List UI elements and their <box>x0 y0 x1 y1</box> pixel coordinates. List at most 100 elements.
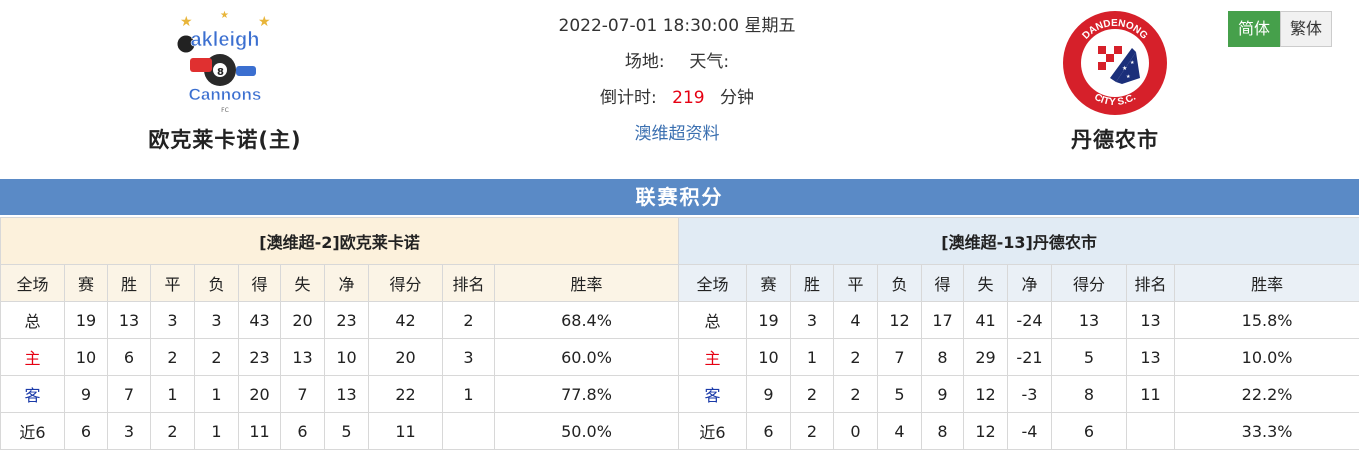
table-cell: -24 <box>1008 302 1052 339</box>
table-row: 总 19 3 4 12 17 41 -24 13 13 15.8% <box>679 302 1359 339</box>
column-header: 得分 <box>1052 265 1127 302</box>
oakleigh-cannons-logo-icon: ★ ★ ★ akleigh 8 Cannons FC <box>170 8 280 118</box>
countdown-label: 倒计时: <box>600 88 657 108</box>
table-cell: 11 <box>239 413 281 450</box>
column-header: 失 <box>281 265 325 302</box>
table-cell: 2 <box>791 376 834 413</box>
table-cell: 11 <box>369 413 443 450</box>
column-header: 排名 <box>1127 265 1175 302</box>
match-datetime-row: 2022-07-01 18:30:00 星期五 <box>527 12 827 48</box>
svg-text:★: ★ <box>220 10 229 21</box>
language-switch: 简体 繁体 <box>1228 11 1332 47</box>
column-header: 失 <box>964 265 1008 302</box>
traditional-chinese-button[interactable]: 繁体 <box>1280 11 1332 47</box>
table-cell: 12 <box>964 376 1008 413</box>
match-header: ★ ★ ★ akleigh 8 Cannons FC 欧克莱卡诺(主) 2022… <box>0 0 1359 180</box>
svg-text:★: ★ <box>1126 74 1131 80</box>
svg-text:★: ★ <box>1130 60 1135 66</box>
table-cell: 7 <box>878 339 922 376</box>
table-cell: 10 <box>747 339 791 376</box>
table-cell: 20 <box>369 339 443 376</box>
match-datetime: 2022-07-01 18:30:00 <box>559 16 740 36</box>
table-cell: 11 <box>1127 376 1175 413</box>
table-cell: 9 <box>747 376 791 413</box>
table-cell: 2 <box>151 339 195 376</box>
table-cell: 4 <box>878 413 922 450</box>
row-label: 主 <box>679 339 747 376</box>
column-header: 平 <box>834 265 878 302</box>
table-cell: 6 <box>281 413 325 450</box>
table-cell: 42 <box>369 302 443 339</box>
row-label: 主 <box>1 339 65 376</box>
away-standings-team-title: [澳维超-13]丹德农市 <box>679 218 1359 265</box>
row-label: 近6 <box>1 413 65 450</box>
column-header: 净 <box>1008 265 1052 302</box>
table-cell: 13 <box>1127 339 1175 376</box>
table-cell: 23 <box>239 339 281 376</box>
table-row: 客 9 7 1 1 20 7 13 22 1 77.8% <box>1 376 679 413</box>
row-label: 近6 <box>679 413 747 450</box>
table-cell: 19 <box>65 302 108 339</box>
table-cell: 9 <box>922 376 964 413</box>
away-standings-header: [澳维超-13]丹德农市 <box>679 218 1359 265</box>
column-header: 净 <box>325 265 369 302</box>
dandenong-city-logo-icon: DANDENONG CITY S.C. ★ ★ ★ <box>1060 8 1170 118</box>
table-cell: 3 <box>443 339 495 376</box>
table-cell: 6 <box>108 339 151 376</box>
table-cell: 33.3% <box>1175 413 1359 450</box>
table-cell: 13 <box>1052 302 1127 339</box>
column-header: 赛 <box>65 265 108 302</box>
table-cell: 10 <box>65 339 108 376</box>
match-info: 2022-07-01 18:30:00 星期五 场地: 天气: 倒计时: 219… <box>527 12 827 156</box>
home-team: ★ ★ ★ akleigh 8 Cannons FC 欧克莱卡诺(主) <box>130 8 320 154</box>
table-cell: 1 <box>151 376 195 413</box>
table-cell: 2 <box>834 339 878 376</box>
weather-label: 天气: <box>689 52 729 72</box>
table-row: 总 19 13 3 3 43 20 23 42 2 68.4% <box>1 302 679 339</box>
svg-text:Cannons: Cannons <box>189 85 262 104</box>
column-header: 得分 <box>369 265 443 302</box>
table-cell: 9 <box>65 376 108 413</box>
svg-text:akleigh: akleigh <box>191 29 260 51</box>
table-cell: 29 <box>964 339 1008 376</box>
table-cell: 1 <box>195 413 239 450</box>
home-standings-team-title: [澳维超-2]欧克莱卡诺 <box>1 218 679 265</box>
column-header: 负 <box>878 265 922 302</box>
away-team: DANDENONG CITY S.C. ★ ★ ★ 丹德农市 <box>1020 8 1210 154</box>
column-header: 赛 <box>747 265 791 302</box>
league-standings-title: 联赛积分 <box>0 179 1359 215</box>
column-header: 得 <box>922 265 964 302</box>
table-cell: 13 <box>108 302 151 339</box>
table-cell: 19 <box>747 302 791 339</box>
match-weekday: 星期五 <box>744 16 795 36</box>
table-cell: 4 <box>834 302 878 339</box>
table-cell: 3 <box>195 302 239 339</box>
simplified-chinese-button[interactable]: 简体 <box>1228 11 1280 47</box>
table-row: 近6 6 2 0 4 8 12 -4 6 33.3% <box>679 413 1359 450</box>
table-cell: 41 <box>964 302 1008 339</box>
table-cell: 23 <box>325 302 369 339</box>
table-cell: 50.0% <box>495 413 679 450</box>
column-header: 胜率 <box>495 265 679 302</box>
table-cell: 6 <box>1052 413 1127 450</box>
svg-text:★: ★ <box>258 14 271 30</box>
league-info-link[interactable]: 澳维超资料 <box>635 124 720 144</box>
table-cell: 20 <box>239 376 281 413</box>
table-cell: 10 <box>325 339 369 376</box>
countdown-unit: 分钟 <box>720 88 754 108</box>
table-cell: -3 <box>1008 376 1052 413</box>
table-cell: 5 <box>1052 339 1127 376</box>
table-cell: -21 <box>1008 339 1052 376</box>
table-cell: 20 <box>281 302 325 339</box>
table-cell: 2 <box>151 413 195 450</box>
row-label: 总 <box>1 302 65 339</box>
table-cell: 22.2% <box>1175 376 1359 413</box>
countdown-value: 219 <box>672 88 704 108</box>
table-cell: 1 <box>791 339 834 376</box>
table-cell <box>443 413 495 450</box>
table-row: 主 10 6 2 2 23 13 10 20 3 60.0% <box>1 339 679 376</box>
column-header: 胜率 <box>1175 265 1359 302</box>
table-cell: 0 <box>834 413 878 450</box>
table-cell: 7 <box>281 376 325 413</box>
home-team-name: 欧克莱卡诺(主) <box>130 124 320 154</box>
